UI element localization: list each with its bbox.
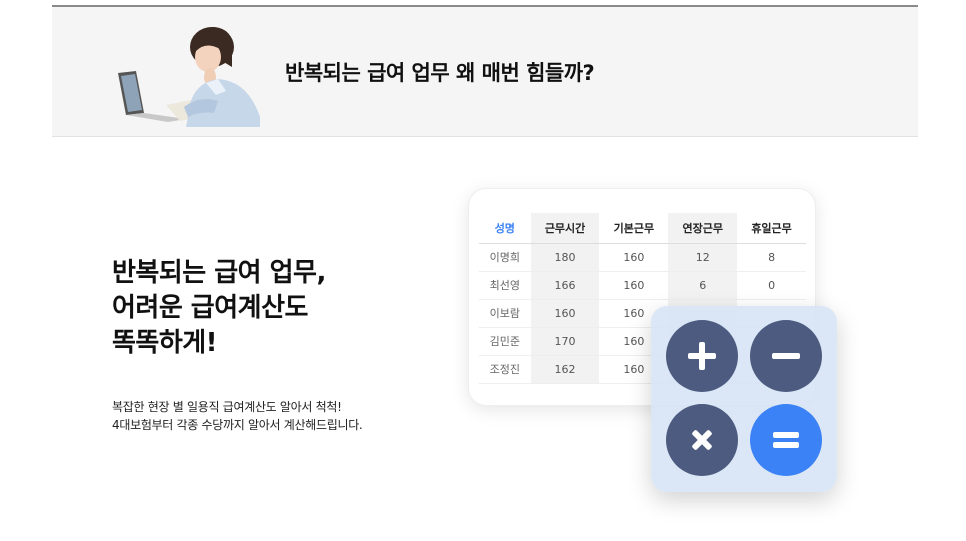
plus-icon: [688, 342, 716, 370]
minus-icon: [772, 353, 800, 359]
table-header-row: 성명 근무시간 기본근무 연장근무 휴일근무: [479, 213, 806, 244]
banner-title: 반복되는 급여 업무 왜 매번 힘들까?: [285, 61, 595, 85]
table-cell: 최선영: [479, 271, 531, 300]
column-header-work-hours: 근무시간: [530, 213, 600, 244]
table-cell: 12: [668, 243, 738, 272]
equals-icon: [773, 432, 799, 448]
table-cell: 이명희: [479, 243, 531, 272]
column-header-overtime: 연장근무: [668, 213, 738, 244]
table-row: 최선영 166 160 6 0: [479, 271, 806, 300]
hero-heading-line: 똑똑하게!: [112, 328, 218, 359]
table-cell: 160: [599, 243, 669, 272]
table-cell: 160: [599, 271, 669, 300]
table-cell: 162: [530, 355, 600, 384]
table-cell: 160: [530, 299, 600, 328]
table-cell: 이보람: [479, 299, 531, 328]
column-header-base-work: 기본근무: [599, 213, 669, 244]
minus-button: [750, 320, 822, 392]
table-cell: 170: [530, 327, 600, 356]
table-cell: 0: [737, 271, 806, 300]
plus-button: [666, 320, 738, 392]
hero-description: 복잡한 현장 별 일용직 급여계산도 알아서 척척! 4대보험부터 각종 수당까…: [112, 398, 363, 434]
hero-description-line: 4대보험부터 각종 수당까지 알아서 계산해드립니다.: [112, 418, 363, 432]
table-cell: 조정진: [479, 355, 531, 384]
table-cell: 6: [668, 271, 738, 300]
equals-button: [750, 404, 822, 476]
calculator-card: [651, 306, 837, 492]
times-button: [666, 404, 738, 476]
woman-with-laptop-illustration: [114, 21, 266, 127]
table-cell: 166: [530, 271, 600, 300]
times-icon: [692, 430, 712, 450]
table-cell: 180: [530, 243, 600, 272]
banner: 반복되는 급여 업무 왜 매번 힘들까?: [52, 5, 918, 137]
hero-heading-line: 어려운 급여계산도: [112, 293, 308, 324]
column-header-name: 성명: [479, 213, 531, 244]
hero-heading: 반복되는 급여 업무, 어려운 급여계산도 똑똑하게!: [112, 256, 326, 361]
hero-description-line: 복잡한 현장 별 일용직 급여계산도 알아서 척척!: [112, 400, 342, 414]
table-cell: 8: [737, 243, 806, 272]
table-row: 이명희 180 160 12 8: [479, 243, 806, 272]
hero-heading-line: 반복되는 급여 업무,: [112, 258, 326, 288]
table-cell: 김민준: [479, 327, 531, 356]
column-header-holiday-work: 휴일근무: [737, 213, 806, 244]
